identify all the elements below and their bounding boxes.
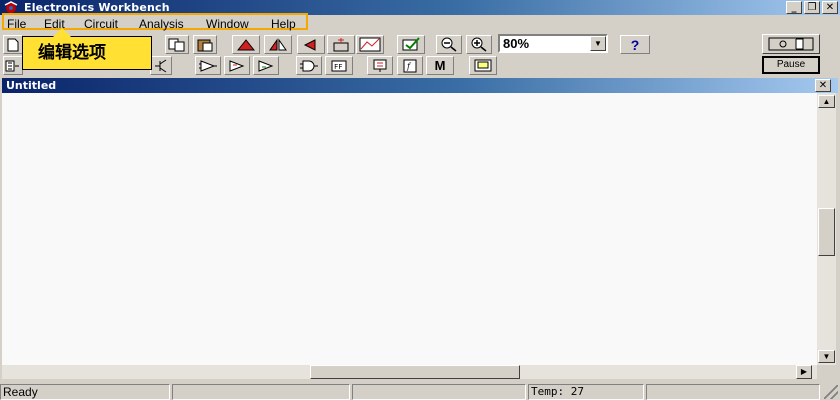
indicator-icon [373,59,387,72]
close-button[interactable]: ✕ [822,1,838,14]
menu-window[interactable]: Window [206,17,249,31]
parts-bin-icon [5,60,19,71]
logic-gates-button[interactable] [296,56,322,75]
vertical-scrollbar[interactable]: ▲ ▼ [817,93,836,365]
status-cell-3 [352,384,526,400]
graph-icon [359,37,381,52]
status-temperature: Temp: 27 [528,384,644,400]
controls-icon: f [403,59,417,72]
indicators-button[interactable] [367,56,393,75]
menu-help[interactable]: Help [271,17,296,31]
restore-button[interactable]: ❐ [804,1,820,14]
transistor-icon [155,59,167,72]
close-icon: ✕ [818,80,828,91]
vertical-scroll-thumb[interactable] [818,208,835,256]
flip-vertical-button[interactable] [297,35,325,54]
edit-tooltip: 编辑选项 [22,28,152,70]
power-switch-icon [768,37,814,51]
power-switch-button[interactable] [762,34,820,54]
flip-horizontal-button[interactable] [264,35,292,54]
paste-icon [197,39,213,51]
analog-ic-icon [199,59,217,72]
new-button[interactable] [3,35,23,54]
circuit-canvas[interactable] [2,93,817,365]
horizontal-scroll-thumb[interactable] [310,365,520,379]
analog-ic-button[interactable] [195,56,221,75]
resize-grip-icon[interactable] [824,385,838,399]
document-close-button[interactable]: ✕ [815,79,831,92]
flip-vertical-icon [303,38,316,51]
paste-button[interactable] [193,35,217,54]
transistor-parts-button[interactable] [150,56,172,75]
instruments-icon [474,59,492,71]
minimize-button[interactable]: _ [786,1,802,14]
mixed-ic-icon [229,59,245,72]
component-properties-icon [402,37,420,51]
flip-horizontal-icon [269,37,287,50]
component-properties-button[interactable] [397,35,425,54]
digital-ic-icon [258,59,274,72]
document-title: Untitled [2,78,838,93]
subcircuit-icon [333,38,349,52]
status-ready: Ready [0,384,170,400]
menu-analysis[interactable]: Analysis [139,17,184,31]
instruments-button[interactable] [469,56,497,75]
graph-button[interactable] [356,35,384,54]
controls-button[interactable]: f [397,56,423,75]
flip-flop-icon: FF [331,60,347,71]
logic-gate-icon [300,60,318,71]
menu-circuit[interactable]: Circuit [84,17,118,31]
chevron-down-icon[interactable]: ▼ [590,36,606,51]
rotate-icon [236,38,256,50]
zoom-out-button[interactable] [436,35,462,54]
rotate-button[interactable] [232,35,260,54]
zoom-in-button[interactable] [466,35,492,54]
subcircuit-button[interactable] [327,35,355,54]
status-cell-5 [646,384,820,400]
menu-file[interactable]: File [7,17,26,31]
scroll-right-arrow[interactable]: ▶ [796,365,812,379]
scroll-up-arrow[interactable]: ▲ [818,95,835,108]
zoom-out-icon [441,37,457,52]
miscellaneous-button[interactable]: M [426,56,454,75]
digital-button[interactable]: FF [325,56,353,75]
help-button[interactable]: ? [620,35,650,54]
zoom-select[interactable]: 80% ▼ [498,34,608,53]
svg-text:FF: FF [334,63,342,71]
new-icon [7,38,19,51]
parts-bin-button[interactable] [3,56,23,75]
status-cell-2 [172,384,350,400]
digital-ic-button[interactable] [253,56,279,75]
mixed-ic-button[interactable] [224,56,250,75]
zoom-value: 80% [503,36,530,51]
horizontal-scrollbar[interactable]: ▶ [2,365,817,379]
copy-icon [168,38,185,51]
copy-button[interactable] [165,35,189,54]
zoom-in-icon [471,37,487,52]
scroll-down-arrow[interactable]: ▼ [818,350,835,363]
pause-button[interactable]: Pause [762,56,820,74]
